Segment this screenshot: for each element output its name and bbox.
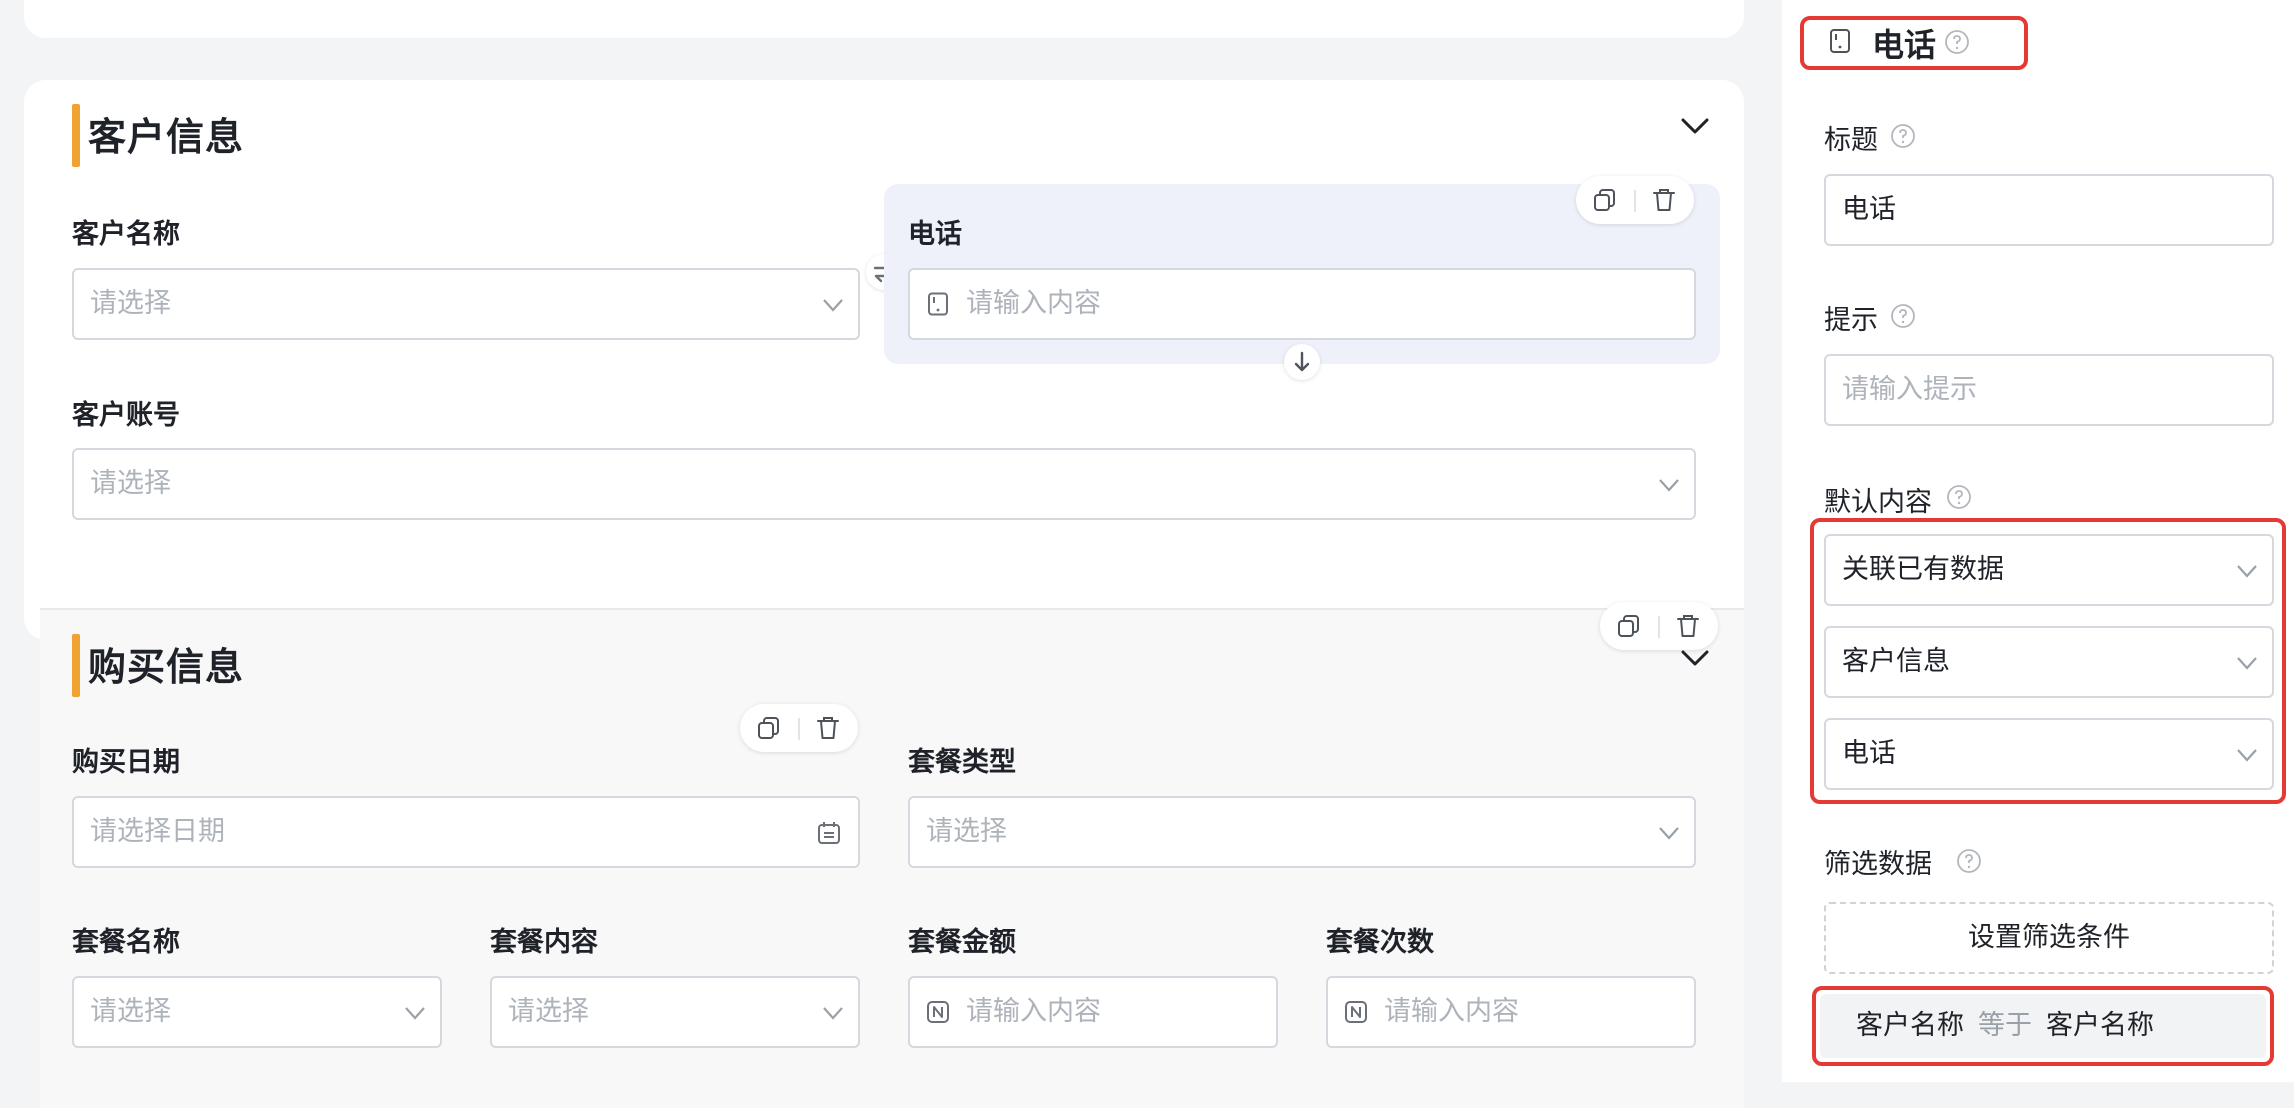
- help-icon[interactable]: [1944, 29, 1970, 55]
- package-amount-label: 套餐金额: [908, 927, 1016, 958]
- purchase-section-toolbar: [1600, 602, 1718, 650]
- customer-name-placeholder: 请选择: [90, 288, 171, 319]
- condition-left-field: 客户名称: [1856, 1010, 1964, 1041]
- purchase-section-title: 购买信息: [88, 645, 245, 689]
- package-content-placeholder: 请选择: [508, 996, 589, 1027]
- toolbar-divider: [1634, 190, 1636, 212]
- purchase-date-picker[interactable]: 请选择日期: [72, 796, 860, 868]
- number-icon: [1345, 1001, 1367, 1023]
- hint-input[interactable]: 请输入提示: [1824, 354, 2274, 426]
- chevron-down-icon: [2237, 657, 2257, 670]
- help-icon[interactable]: [1890, 123, 1916, 149]
- chevron-down-icon: [823, 299, 843, 312]
- delete-icon[interactable]: [1675, 613, 1701, 639]
- customer-account-select[interactable]: 请选择: [72, 448, 1696, 520]
- default-field-select[interactable]: 电话: [1824, 718, 2274, 790]
- copy-icon[interactable]: [1616, 613, 1642, 639]
- package-name-placeholder: 请选择: [90, 996, 171, 1027]
- package-type-label: 套餐类型: [908, 747, 1016, 778]
- chevron-down-icon: [2237, 749, 2257, 762]
- package-count-input[interactable]: 请输入内容: [1326, 976, 1696, 1048]
- calendar-icon[interactable]: [816, 820, 842, 846]
- delete-icon[interactable]: [1651, 187, 1677, 213]
- customer-name-label: 客户名称: [72, 219, 180, 250]
- arrow-down-icon[interactable]: [1284, 344, 1320, 380]
- default-form-select[interactable]: 客户信息: [1824, 626, 2274, 698]
- hint-label: 提示: [1824, 305, 1878, 336]
- hint-placeholder: 请输入提示: [1842, 374, 1977, 405]
- chevron-down-icon: [405, 1007, 425, 1020]
- toolbar-divider: [1658, 616, 1660, 638]
- package-name-label: 套餐名称: [72, 927, 180, 958]
- customer-section-title: 客户信息: [88, 115, 245, 159]
- package-type-placeholder: 请选择: [926, 816, 1007, 847]
- package-count-placeholder: 请输入内容: [1384, 996, 1519, 1027]
- help-icon[interactable]: [1956, 848, 1982, 874]
- condition-operator: 等于: [1978, 1010, 2032, 1041]
- number-icon: [927, 1001, 949, 1023]
- purchase-date-placeholder: 请选择日期: [90, 816, 225, 847]
- title-input[interactable]: 电话: [1824, 174, 2274, 246]
- toolbar-divider: [798, 718, 800, 740]
- title-value: 电话: [1842, 194, 1896, 225]
- package-type-select[interactable]: 请选择: [908, 796, 1696, 868]
- default-content-label: 默认内容: [1824, 487, 1932, 518]
- phone-label: 电话: [908, 219, 962, 250]
- delete-icon[interactable]: [815, 715, 841, 741]
- default-field-value: 电话: [1842, 738, 1896, 769]
- phone-icon: [1830, 29, 1850, 53]
- help-icon[interactable]: [1890, 303, 1916, 329]
- help-icon[interactable]: [1946, 484, 1972, 510]
- default-mode-select[interactable]: 关联已有数据: [1824, 534, 2274, 606]
- package-content-label: 套餐内容: [490, 927, 598, 958]
- customer-name-select[interactable]: 请选择: [72, 268, 860, 340]
- copy-icon[interactable]: [756, 715, 782, 741]
- condition-right-field: 客户名称: [2046, 1010, 2154, 1041]
- package-amount-input[interactable]: 请输入内容: [908, 976, 1278, 1048]
- chevron-down-icon: [2237, 565, 2257, 578]
- purchase-date-toolbar: [740, 704, 858, 752]
- filter-data-label: 筛选数据: [1824, 849, 1932, 880]
- set-filter-button[interactable]: 设置筛选条件: [1824, 902, 2274, 974]
- phone-icon: [928, 292, 948, 316]
- package-amount-placeholder: 请输入内容: [966, 996, 1101, 1027]
- phone-field-toolbar: [1576, 176, 1694, 224]
- collapse-icon[interactable]: [1680, 648, 1710, 668]
- field-type-title: 电话: [1872, 26, 1937, 64]
- phone-placeholder: 请输入内容: [966, 288, 1101, 319]
- collapse-icon[interactable]: [1680, 116, 1710, 136]
- customer-account-placeholder: 请选择: [90, 468, 171, 499]
- section-accent-bar: [72, 634, 80, 697]
- package-count-label: 套餐次数: [1326, 927, 1434, 958]
- chevron-down-icon: [823, 1007, 843, 1020]
- top-card: [24, 0, 1744, 38]
- customer-account-label: 客户账号: [72, 400, 180, 431]
- chevron-down-icon: [1659, 827, 1679, 840]
- filter-condition-item[interactable]: 客户名称 等于 客户名称: [1820, 994, 2266, 1058]
- set-filter-button-label: 设置筛选条件: [1968, 922, 2130, 953]
- default-mode-value: 关联已有数据: [1842, 554, 2004, 585]
- chevron-down-icon: [1659, 479, 1679, 492]
- package-content-select[interactable]: 请选择: [490, 976, 860, 1048]
- phone-input[interactable]: 请输入内容: [908, 268, 1696, 340]
- package-name-select[interactable]: 请选择: [72, 976, 442, 1048]
- purchase-date-label: 购买日期: [72, 747, 180, 778]
- section-accent-bar: [72, 104, 80, 167]
- default-form-value: 客户信息: [1842, 646, 1950, 677]
- title-label: 标题: [1824, 125, 1878, 156]
- copy-icon[interactable]: [1592, 187, 1618, 213]
